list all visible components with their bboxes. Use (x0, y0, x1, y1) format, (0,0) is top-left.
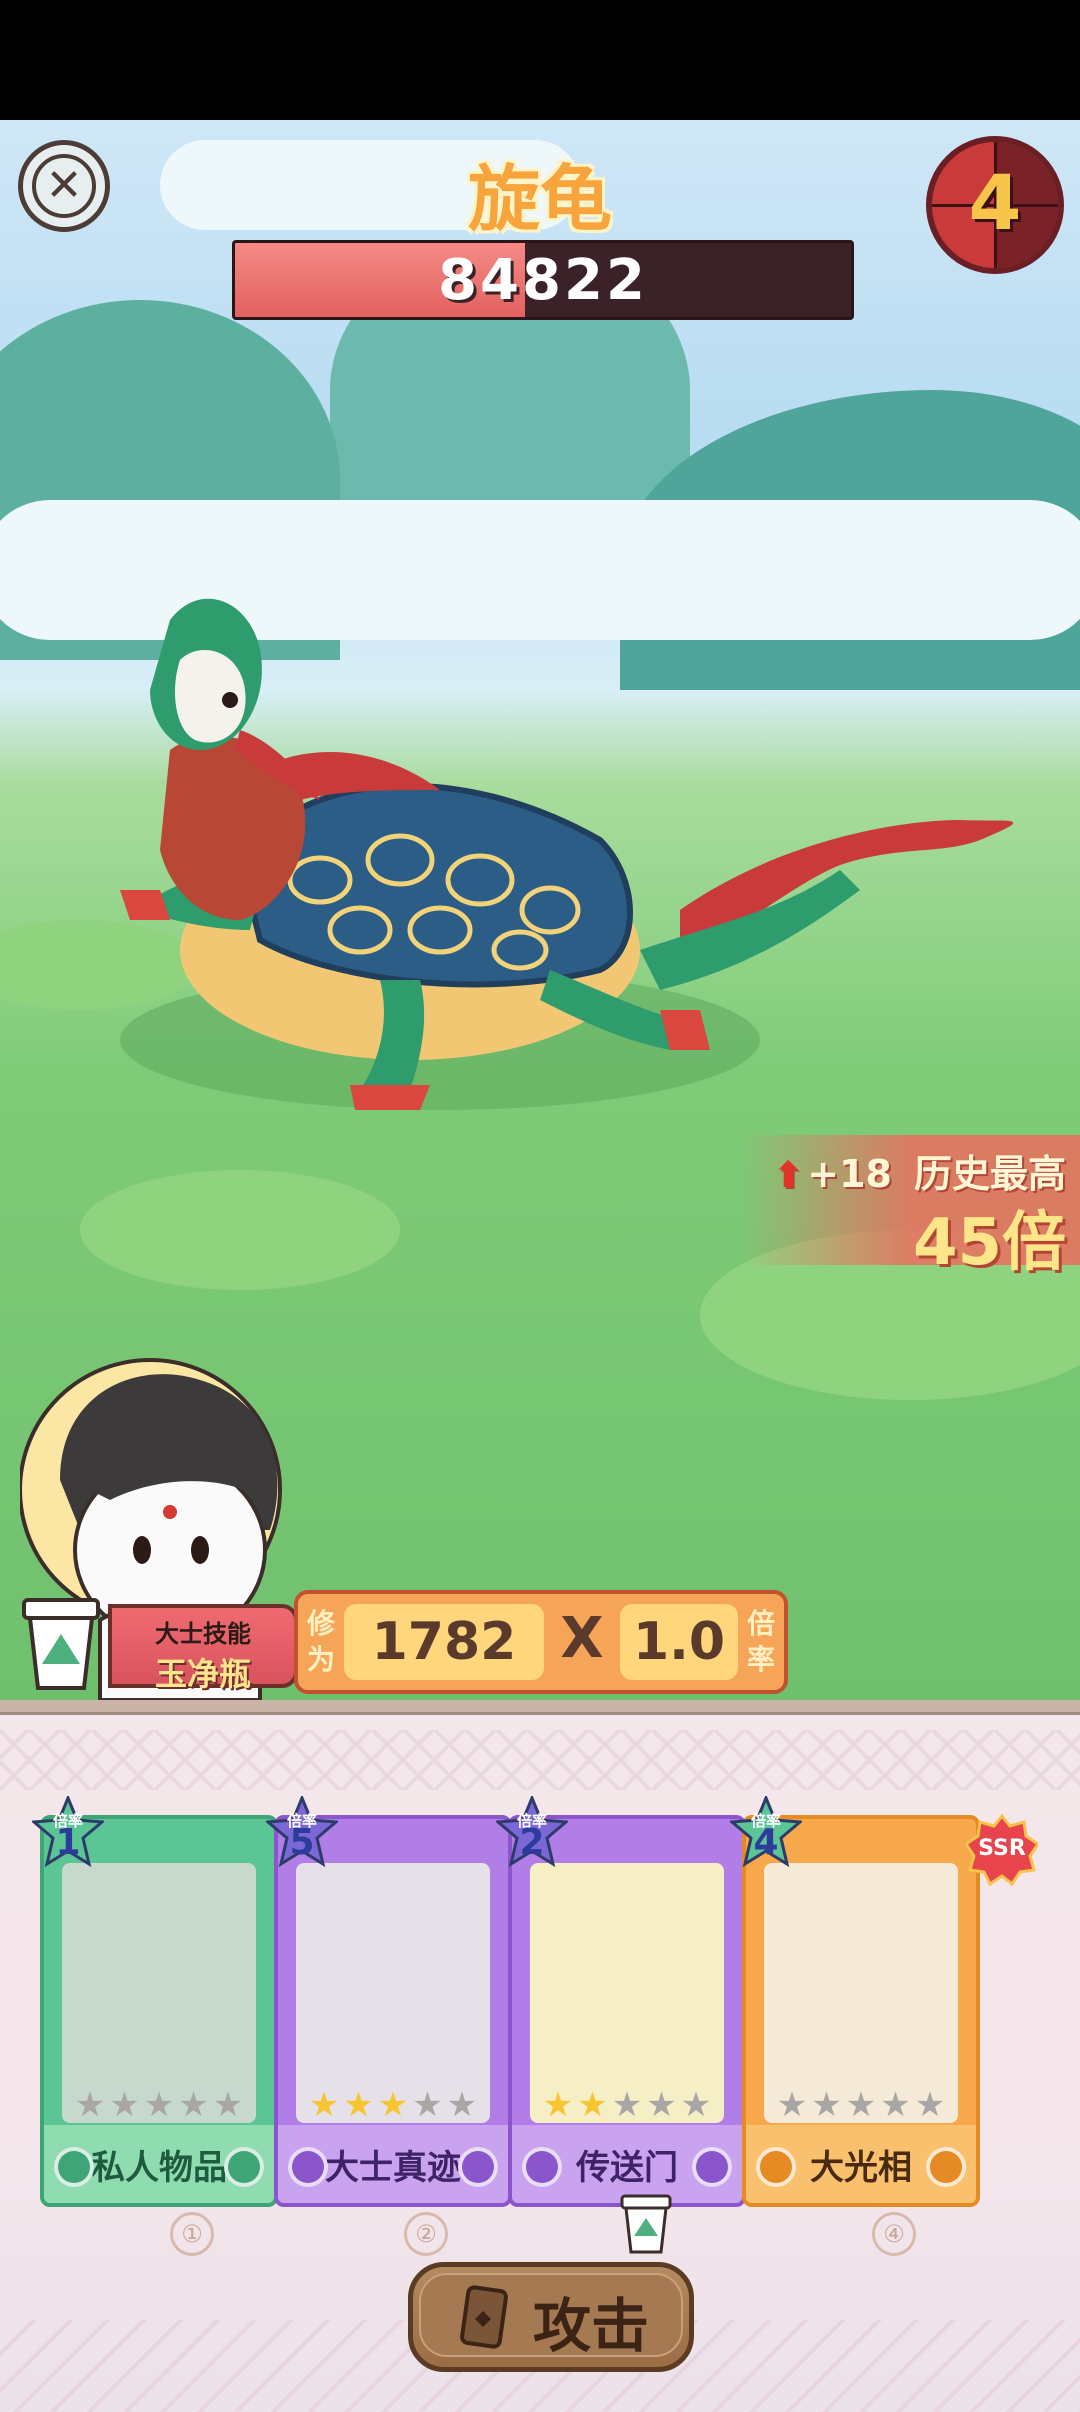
arrow-up-icon: ⬆ (773, 1155, 804, 1196)
star-icon: ★ (343, 2085, 374, 2125)
card-stars: ★ ★ ★ ★ ★ (62, 2085, 256, 2125)
card-mark-icon (224, 2147, 264, 2187)
card-stars: ★ ★ ★ ★ ★ (530, 2085, 724, 2125)
record-delta: +18 (807, 1152, 892, 1196)
power-label-char: 修 (306, 1607, 335, 1640)
multiplier-label-char: 倍 (746, 1607, 775, 1640)
boss-name: 旋龟 (467, 157, 612, 241)
star-icon: ★ (845, 2085, 877, 2125)
multiplier-badge: 倍率 1 (30, 1794, 106, 1868)
skill-plate: 大士技能 玉净瓶 (108, 1604, 298, 1693)
record-value: 45倍 (912, 1206, 1066, 1280)
power-value: 1782 (344, 1604, 544, 1680)
ssr-badge: SSR (963, 1813, 1041, 1887)
grass-patch (80, 1170, 400, 1290)
skill-card[interactable]: ★ ★ ★ ★ ★ 大士真迹 (274, 1815, 512, 2207)
round-number: 4 (968, 158, 1022, 247)
star-icon: ★ (680, 2085, 712, 2125)
panel-border (0, 1700, 1080, 1715)
record-line: ⬆ +18 历史最高 (773, 1143, 1066, 1198)
round-badge: 4 (926, 136, 1064, 274)
card-mark-icon (756, 2147, 796, 2187)
star-icon: ★ (542, 2085, 574, 2125)
card-art (764, 1863, 958, 2123)
attack-button[interactable]: 攻击 (408, 2262, 694, 2372)
star-icon: ★ (74, 2085, 106, 2125)
card-mark-icon (458, 2147, 498, 2187)
slot-index: ② (404, 2212, 448, 2256)
power-label: 修为 (304, 1606, 338, 1678)
multiplier-badge: 倍率 2 (494, 1794, 570, 1868)
cup-icon (22, 1598, 100, 1690)
star-icon: ★ (143, 2085, 175, 2125)
card-stars: ★ ★ ★ ★ ★ (296, 2085, 490, 2125)
power-label-char: 为 (306, 1643, 335, 1676)
power-panel: 修为 1782 X 1.0 倍率 (294, 1590, 788, 1694)
battle-scene (0, 120, 1080, 1700)
multiplier-badge-value: 5 (289, 1822, 315, 1863)
card-mark-icon (288, 2147, 328, 2187)
card-mark-icon (522, 2147, 562, 2187)
star-icon: ★ (577, 2085, 608, 2125)
status-bar (0, 0, 1080, 120)
skill-card[interactable]: ★ ★ ★ ★ ★ 私人物品 (40, 1815, 278, 2207)
boss-hp-bar: 84822 (232, 240, 854, 320)
card-mark-icon (692, 2147, 732, 2187)
multiply-sign: X (560, 1606, 604, 1671)
skill-panel[interactable]: 大士技能 玉净瓶 (18, 1594, 298, 1694)
ssr-badge-label: SSR (978, 1836, 1026, 1861)
history-record: ⬆ +18 历史最高 45倍 (740, 1135, 1080, 1280)
slot-index: ④ (872, 2212, 916, 2256)
star-icon: ★ (914, 2085, 946, 2125)
star-icon: ★ (178, 2085, 209, 2125)
star-icon: ★ (446, 2085, 478, 2125)
card-mark-icon (926, 2147, 966, 2187)
card-art (296, 1863, 490, 2123)
skill-title: 大士技能 (155, 1620, 251, 1648)
star-icon: ★ (109, 2085, 140, 2125)
card-icon (460, 2285, 508, 2349)
star-icon: ★ (646, 2085, 677, 2125)
multiplier-value: 1.0 (620, 1604, 738, 1680)
multiplier-badge: 倍率 4 (728, 1794, 804, 1868)
record-label: 历史最高 (913, 1152, 1066, 1196)
multiplier-label: 倍率 (744, 1606, 778, 1678)
star-icon: ★ (611, 2085, 643, 2125)
multiplier-badge-value: 2 (519, 1822, 545, 1863)
star-icon: ★ (776, 2085, 808, 2125)
skill-card[interactable]: ★ ★ ★ ★ ★ 大光相 (742, 1815, 980, 2207)
hp-value: 84822 (438, 247, 648, 313)
multiplier-label-char: 率 (746, 1643, 775, 1676)
multiplier-badge-value: 1 (55, 1822, 81, 1863)
card-art (530, 1863, 724, 2123)
star-icon: ★ (811, 2085, 842, 2125)
multiplier-badge: 倍率 5 (264, 1794, 340, 1868)
turtle-monster (120, 598, 1014, 1110)
cup-marker-svg (620, 2194, 672, 2254)
slot-index: ① (170, 2212, 214, 2256)
star-icon: ★ (212, 2085, 244, 2125)
multiplier-badge-value: 4 (753, 1822, 779, 1863)
star-icon: ★ (308, 2085, 340, 2125)
skill-name: 玉净瓶 (154, 1655, 251, 1693)
cup-icon (618, 2192, 674, 2256)
card-art (62, 1863, 256, 2123)
attack-label: 攻击 (533, 2292, 650, 2360)
star-icon: ★ (377, 2085, 409, 2125)
star-icon: ★ (412, 2085, 443, 2125)
skill-card[interactable]: ★ ★ ★ ★ ★ 传送门 (508, 1815, 746, 2207)
card-mark-icon (54, 2147, 94, 2187)
card-stars: ★ ★ ★ ★ ★ (764, 2085, 958, 2125)
panel-pattern (0, 1730, 1080, 1790)
star-icon: ★ (880, 2085, 911, 2125)
